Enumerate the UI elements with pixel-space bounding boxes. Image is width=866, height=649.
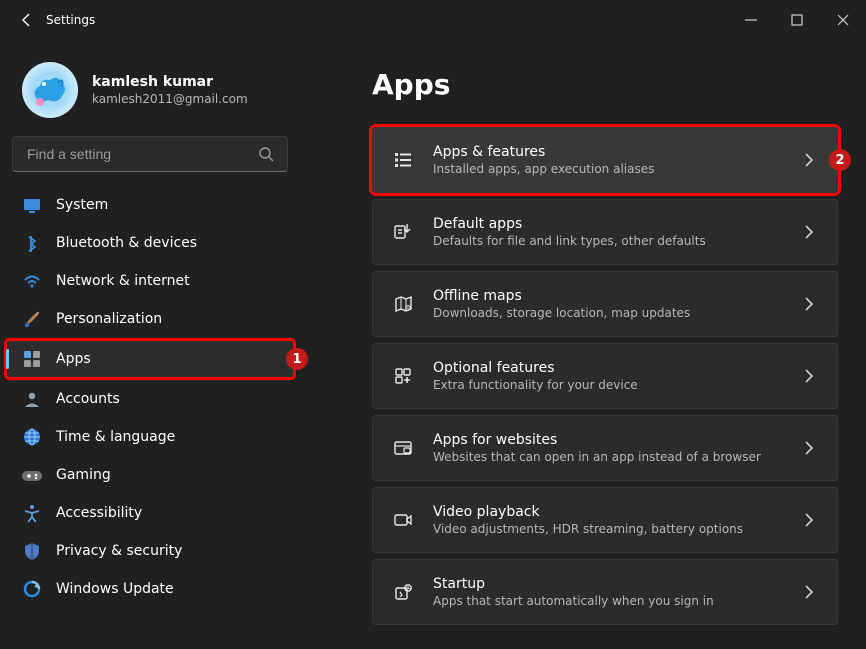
defaults-icon (391, 220, 415, 244)
maximize-icon (788, 11, 806, 29)
chevron-right-icon (799, 438, 819, 458)
card-subtitle: Video adjustments, HDR streaming, batter… (433, 522, 743, 536)
display-icon (22, 195, 42, 215)
access-icon (22, 503, 42, 523)
shield-icon (22, 541, 42, 561)
sidebar-item-system[interactable]: System (0, 186, 300, 224)
close-icon (834, 11, 852, 29)
sidebar-item-label: System (56, 197, 108, 213)
card-list: Apps & features Installed apps, app execu… (372, 127, 838, 625)
sidebar-item-label: Privacy & security (56, 543, 182, 559)
card-apps-for-websites[interactable]: Apps for websites Websites that can open … (372, 415, 838, 481)
optional-icon (391, 364, 415, 388)
user-email: kamlesh2011@gmail.com (92, 92, 248, 106)
sidebar: kamlesh kumar kamlesh2011@gmail.com Syst… (0, 40, 300, 649)
update-icon (22, 579, 42, 599)
content: Apps Apps & features Installed apps, app … (300, 40, 866, 649)
sidebar-item-label: Time & language (56, 429, 175, 445)
card-subtitle: Extra functionality for your device (433, 378, 638, 392)
window-title: Settings (46, 13, 95, 27)
chevron-right-icon (799, 222, 819, 242)
minimize-icon (742, 11, 760, 29)
chevron-right-icon (799, 582, 819, 602)
sidebar-item-label: Network & internet (56, 273, 190, 289)
sidebar-item-bluetooth-devices[interactable]: Bluetooth & devices (0, 224, 300, 262)
nav-list: System Bluetooth & devices Network & inter… (0, 186, 300, 608)
sidebar-item-label: Accessibility (56, 505, 142, 521)
card-subtitle: Websites that can open in an app instead… (433, 450, 761, 464)
card-video-playback[interactable]: Video playback Video adjustments, HDR str… (372, 487, 838, 553)
sidebar-item-personalization[interactable]: Personalization (0, 300, 300, 338)
page-title: Apps (372, 68, 838, 101)
avatar (22, 62, 78, 118)
sidebar-item-label: Windows Update (56, 581, 174, 597)
minimize-button[interactable] (728, 0, 774, 40)
card-subtitle: Defaults for file and link types, other … (433, 234, 706, 248)
chevron-right-icon (799, 510, 819, 530)
game-icon (22, 465, 42, 485)
sidebar-item-gaming[interactable]: Gaming (0, 456, 300, 494)
card-subtitle: Apps that start automatically when you s… (433, 594, 714, 608)
card-apps-features[interactable]: Apps & features Installed apps, app execu… (372, 127, 838, 193)
sidebar-item-time-language[interactable]: Time & language (0, 418, 300, 456)
search-icon (257, 145, 275, 163)
annotation-badge: 2 (829, 149, 851, 171)
close-button[interactable] (820, 0, 866, 40)
card-title: Apps & features (433, 144, 654, 160)
startup-icon (391, 580, 415, 604)
titlebar: Settings (0, 0, 866, 40)
card-default-apps[interactable]: Default apps Defaults for file and link t… (372, 199, 838, 265)
card-optional-features[interactable]: Optional features Extra functionality for… (372, 343, 838, 409)
card-subtitle: Downloads, storage location, map updates (433, 306, 690, 320)
map-icon (391, 292, 415, 316)
card-title: Startup (433, 576, 714, 592)
sidebar-item-accounts[interactable]: Accounts (0, 380, 300, 418)
search-box[interactable] (12, 136, 288, 172)
card-title: Video playback (433, 504, 743, 520)
list-icon (391, 148, 415, 172)
apps-icon (22, 349, 42, 369)
brush-icon (22, 309, 42, 329)
bluetooth-icon (22, 233, 42, 253)
video-icon (391, 508, 415, 532)
webapps-icon (391, 436, 415, 460)
sidebar-item-accessibility[interactable]: Accessibility (0, 494, 300, 532)
card-title: Default apps (433, 216, 706, 232)
annotation-badge: 1 (286, 348, 308, 370)
chevron-right-icon (799, 366, 819, 386)
card-title: Optional features (433, 360, 638, 376)
card-offline-maps[interactable]: Offline maps Downloads, storage location,… (372, 271, 838, 337)
maximize-button[interactable] (774, 0, 820, 40)
wifi-icon (22, 271, 42, 291)
sidebar-item-label: Personalization (56, 311, 162, 327)
card-title: Apps for websites (433, 432, 761, 448)
user-info[interactable]: kamlesh kumar kamlesh2011@gmail.com (0, 44, 300, 136)
sidebar-item-privacy-security[interactable]: Privacy & security (0, 532, 300, 570)
search-input[interactable] (25, 145, 257, 163)
account-icon (22, 389, 42, 409)
sidebar-item-label: Apps (56, 351, 91, 367)
back-button[interactable] (6, 0, 46, 40)
card-title: Offline maps (433, 288, 690, 304)
card-subtitle: Installed apps, app execution aliases (433, 162, 654, 176)
sidebar-item-label: Bluetooth & devices (56, 235, 197, 251)
sidebar-item-label: Accounts (56, 391, 120, 407)
chevron-right-icon (799, 294, 819, 314)
chevron-right-icon (799, 150, 819, 170)
sidebar-item-windows-update[interactable]: Windows Update (0, 570, 300, 608)
globe-icon (22, 427, 42, 447)
sidebar-item-label: Gaming (56, 467, 111, 483)
card-startup[interactable]: Startup Apps that start automatically whe… (372, 559, 838, 625)
sidebar-item-apps[interactable]: Apps1 (6, 340, 294, 378)
back-icon (17, 10, 35, 30)
user-name: kamlesh kumar (92, 74, 248, 90)
sidebar-item-network-internet[interactable]: Network & internet (0, 262, 300, 300)
